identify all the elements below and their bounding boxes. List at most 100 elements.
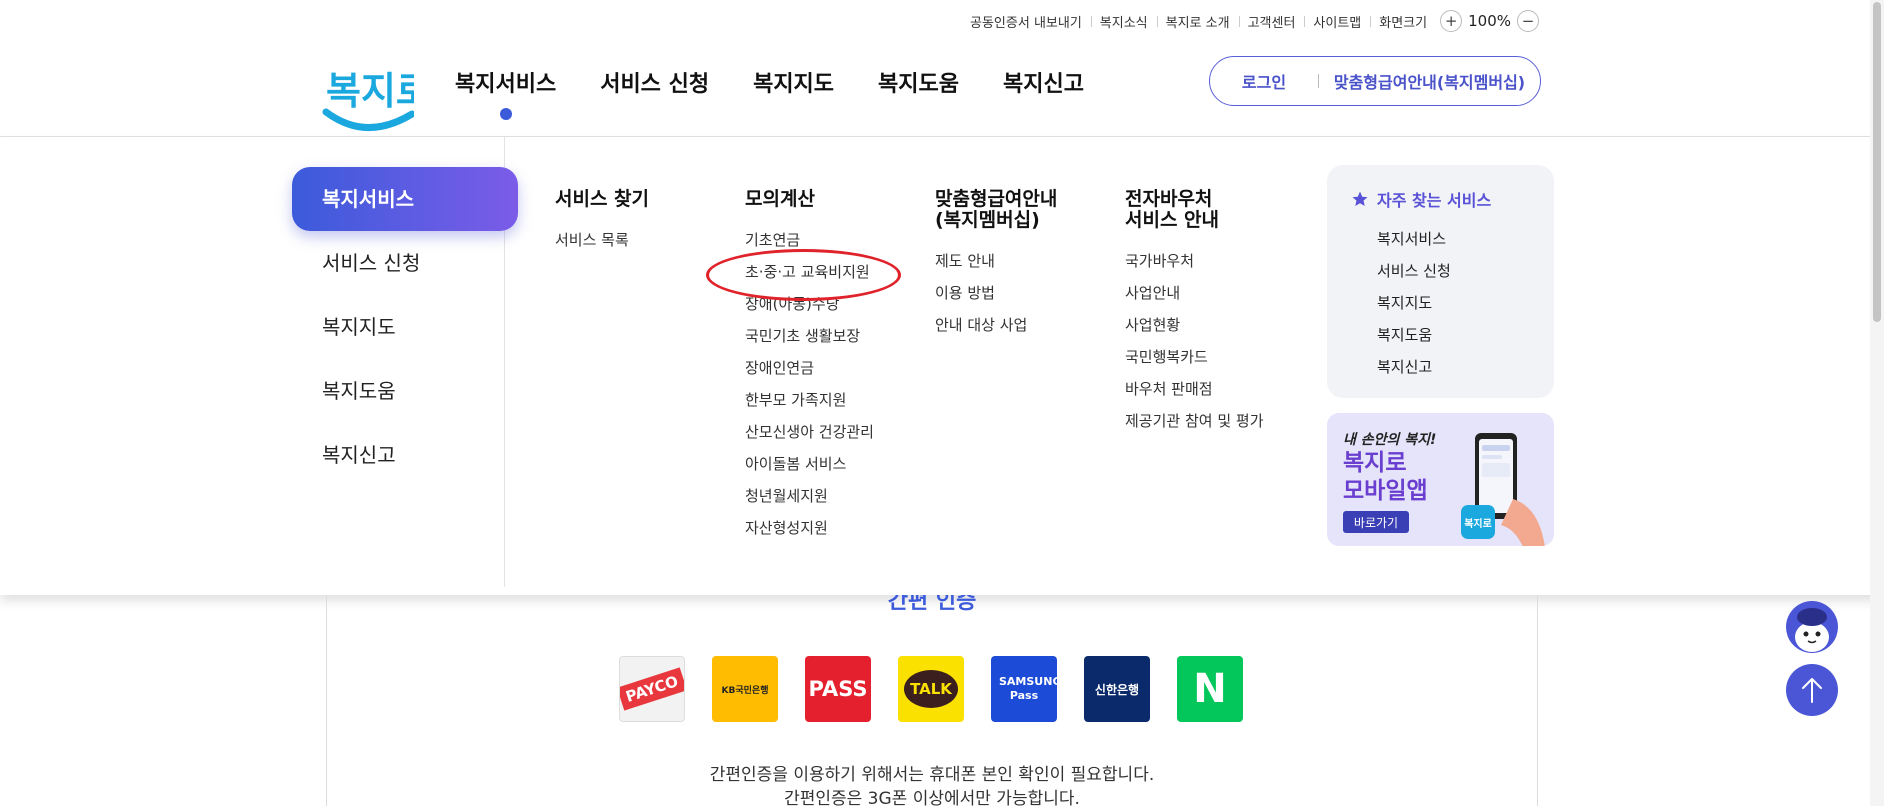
col-title: 모의계산 xyxy=(745,188,815,210)
kakao-talk-auth-button[interactable]: TALK xyxy=(898,656,964,722)
menu-link[interactable]: 아이돌봄 서비스 xyxy=(745,448,874,480)
screen-size-label: 화면크기 xyxy=(1370,12,1436,31)
menu-link[interactable]: 한부모 가족지원 xyxy=(745,384,874,416)
chatbot-button[interactable] xyxy=(1786,601,1838,653)
favorite-link[interactable]: 복지도움 xyxy=(1377,319,1530,351)
col-title: 전자바우처 서비스 안내 xyxy=(1125,188,1220,231)
zoom-value: 100% xyxy=(1468,12,1511,30)
mega-menu: 복지서비스 서비스 신청 복지지도 복지도움 복지신고 서비스 찾기 서비스 목… xyxy=(0,137,1884,595)
pass-logo: PASS xyxy=(808,677,868,701)
auth-title: 간편 인증 xyxy=(887,595,977,614)
bokjiro-logo[interactable]: 복지로 xyxy=(322,56,431,136)
auth-provider-list: PAYCO KB국민은행 PASS TALK SAMSUNG Pass 신한은행… xyxy=(619,656,1243,722)
nav-welfare-map[interactable]: 복지지도 xyxy=(753,66,834,98)
favorite-title: 자주 찾는 서비스 xyxy=(1351,187,1530,211)
nav-service-apply[interactable]: 서비스 신청 xyxy=(600,66,709,98)
menu-link[interactable]: 장애인연금 xyxy=(745,352,874,384)
samsung-pass-auth-button[interactable]: SAMSUNG Pass xyxy=(991,656,1057,722)
login-membership-pill: 로그인 맞춤형급여안내(복지멤버십) xyxy=(1209,56,1541,106)
favorite-list: 복지서비스 서비스 신청 복지지도 복지도움 복지신고 xyxy=(1351,223,1530,383)
menu-link[interactable]: 제도 안내 xyxy=(935,245,1057,277)
zoom-in-button[interactable]: + xyxy=(1440,10,1463,32)
nav-welfare-report[interactable]: 복지신고 xyxy=(1003,66,1084,98)
scroll-top-button[interactable] xyxy=(1786,664,1838,716)
banner-subtitle: 내 손안의 복지! xyxy=(1343,432,1437,448)
svg-text:복지로: 복지로 xyxy=(1464,517,1492,530)
page-scrollbar[interactable] xyxy=(1870,0,1884,806)
col-title: 서비스 찾기 xyxy=(555,188,650,210)
menu-link[interactable]: 이용 방법 xyxy=(935,277,1057,309)
menu-link[interactable]: 서비스 목록 xyxy=(555,224,649,256)
banner-title: 복지로 모바일앱 xyxy=(1343,450,1428,504)
shinhan-bank-auth-button[interactable]: 신한은행 xyxy=(1084,656,1150,722)
favorite-title-text: 자주 찾는 서비스 xyxy=(1377,191,1492,210)
zoom-out-button[interactable]: − xyxy=(1517,10,1539,32)
chatbot-character-icon xyxy=(1795,608,1829,652)
welfare-news-link[interactable]: 복지소식 xyxy=(1090,12,1157,31)
menu-link[interactable]: 기초연금 xyxy=(745,224,874,256)
kb-logo: KB국민은행 xyxy=(721,685,769,696)
col-list: 기초연금 초·중·고 교육비지원 장애(아동)수당 국민기초 생활보장 장애인연… xyxy=(745,224,874,544)
col-list: 국가바우처 사업안내 사업현황 국민행복카드 바우처 판매점 제공기관 참여 및… xyxy=(1125,245,1264,437)
side-item-welfare-help[interactable]: 복지도움 xyxy=(292,359,518,423)
membership-button[interactable]: 맞춤형급여안내(복지멤버십) xyxy=(1319,69,1540,93)
col-list: 제도 안내 이용 방법 안내 대상 사업 xyxy=(935,245,1057,341)
main-nav: 복지서비스 서비스 신청 복지지도 복지도움 복지신고 xyxy=(455,66,1084,120)
menu-link[interactable]: 자산형성지원 xyxy=(745,512,874,544)
about-link[interactable]: 복지로 소개 xyxy=(1156,12,1239,31)
kakao-talk-logo: TALK xyxy=(904,670,958,708)
menu-link[interactable]: 장애(아동)수당 xyxy=(745,288,874,320)
favorite-link[interactable]: 복지신고 xyxy=(1377,351,1530,383)
site-header: 복지로 복지서비스 서비스 신청 복지지도 복지도움 복지신고 로그인 맞춤형급… xyxy=(0,40,1884,137)
kb-bank-auth-button[interactable]: KB국민은행 xyxy=(712,656,778,722)
side-item-service-apply[interactable]: 서비스 신청 xyxy=(292,231,518,295)
menu-link[interactable]: 청년월세지원 xyxy=(745,480,874,512)
naver-logo: N xyxy=(1193,666,1227,712)
naver-auth-button[interactable]: N xyxy=(1177,656,1243,722)
col-title: 맞춤형급여안내 (복지멤버십) xyxy=(935,188,1058,231)
menu-col-membership: 맞춤형급여안내 (복지멤버십) 제도 안내 이용 방법 안내 대상 사업 xyxy=(935,189,1057,341)
auth-content: 간편 인증 PAYCO KB국민은행 PASS TALK SAMSUNG Pas… xyxy=(326,595,1538,806)
favorite-link[interactable]: 복지서비스 xyxy=(1377,223,1530,255)
mobile-app-banner[interactable]: 내 손안의 복지! 복지로 모바일앱 바로가기 복지로 xyxy=(1327,413,1554,546)
menu-col-mock-calc: 모의계산 기초연금 초·중·고 교육비지원 장애(아동)수당 국민기초 생활보장… xyxy=(745,189,874,544)
menu-link[interactable]: 사업현황 xyxy=(1125,309,1264,341)
menu-link-education-support[interactable]: 초·중·고 교육비지원 xyxy=(745,256,874,288)
cert-export-link[interactable]: 공동인증서 내보내기 xyxy=(961,12,1091,31)
menu-link[interactable]: 국민행복카드 xyxy=(1125,341,1264,373)
svg-text:복지로: 복지로 xyxy=(326,69,414,113)
favorite-link[interactable]: 서비스 신청 xyxy=(1377,255,1530,287)
side-item-welfare-report[interactable]: 복지신고 xyxy=(292,423,518,487)
nav-welfare-help[interactable]: 복지도움 xyxy=(878,66,959,98)
menu-link[interactable]: 국가바우처 xyxy=(1125,245,1264,277)
menu-link[interactable]: 사업안내 xyxy=(1125,277,1264,309)
menu-link[interactable]: 산모신생아 건강관리 xyxy=(745,416,874,448)
auth-note-line: 간편인증을 이용하기 위해서는 휴대폰 본인 확인이 필요합니다. xyxy=(709,765,1155,785)
zoom-control: + 100% − xyxy=(1440,10,1539,32)
sitemap-link[interactable]: 사이트맵 xyxy=(1304,12,1370,31)
banner-go-button[interactable]: 바로가기 xyxy=(1343,511,1409,533)
nav-welfare-service[interactable]: 복지서비스 xyxy=(455,66,556,120)
menu-col-voucher: 전자바우처 서비스 안내 국가바우처 사업안내 사업현황 국민행복카드 바우처 … xyxy=(1125,189,1264,437)
phone-hand-icon: 복지로 xyxy=(1461,433,1545,546)
menu-link[interactable]: 바우처 판매점 xyxy=(1125,373,1264,405)
auth-note: 간편인증을 이용하기 위해서는 휴대폰 본인 확인이 필요합니다. 간편인증은 … xyxy=(327,763,1537,806)
favorite-link[interactable]: 복지지도 xyxy=(1377,287,1530,319)
side-item-welfare-service[interactable]: 복지서비스 xyxy=(292,167,518,231)
pass-auth-button[interactable]: PASS xyxy=(805,656,871,722)
scrollbar-thumb[interactable] xyxy=(1873,2,1881,322)
shinhan-logo: 신한은행 xyxy=(1094,682,1140,697)
login-button[interactable]: 로그인 xyxy=(1210,69,1318,93)
side-item-welfare-map[interactable]: 복지지도 xyxy=(292,295,518,359)
favorite-services-box: 자주 찾는 서비스 복지서비스 서비스 신청 복지지도 복지도움 복지신고 xyxy=(1327,165,1554,398)
auth-note-line: 간편인증은 3G폰 이상에서만 가능합니다. xyxy=(784,789,1080,806)
menu-link[interactable]: 국민기초 생활보장 xyxy=(745,320,874,352)
mega-side-menu: 복지서비스 서비스 신청 복지지도 복지도움 복지신고 xyxy=(292,167,518,487)
menu-link[interactable]: 안내 대상 사업 xyxy=(935,309,1057,341)
payco-auth-button[interactable]: PAYCO xyxy=(619,656,685,722)
menu-link[interactable]: 제공기관 참여 및 평가 xyxy=(1125,405,1264,437)
star-icon xyxy=(1352,191,1368,206)
payco-logo: PAYCO xyxy=(620,667,684,711)
arrow-up-icon xyxy=(1802,678,1822,703)
customer-center-link[interactable]: 고객센터 xyxy=(1238,12,1305,31)
